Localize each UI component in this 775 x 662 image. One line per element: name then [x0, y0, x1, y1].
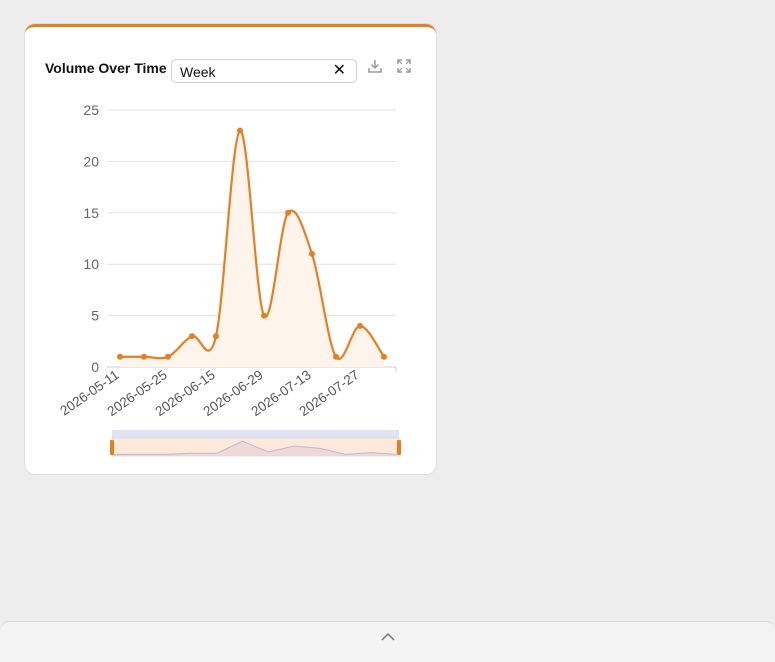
- data-point[interactable]: [237, 127, 243, 134]
- y-tick-label: 20: [83, 153, 99, 169]
- y-tick-label: 10: [83, 256, 99, 272]
- chevron-up-icon[interactable]: [380, 632, 396, 642]
- bottom-panel-bar: [0, 621, 775, 662]
- zoom-slider-right-handle[interactable]: [397, 440, 401, 455]
- data-point[interactable]: [165, 353, 171, 360]
- y-tick-label: 0: [91, 359, 99, 375]
- series-area: [120, 130, 384, 367]
- data-point[interactable]: [141, 353, 147, 360]
- data-point[interactable]: [381, 353, 387, 360]
- data-point[interactable]: [357, 322, 363, 329]
- data-point[interactable]: [189, 333, 195, 340]
- volume-over-time-card: Volume Over Time Week ✕ 0 5 10 15 20 25 2026-0…: [25, 24, 436, 474]
- zoom-slider-top-bar[interactable]: [112, 430, 399, 438]
- y-tick-label: 25: [83, 102, 99, 118]
- zoom-slider-left-handle[interactable]: [110, 440, 114, 455]
- y-tick-label: 5: [91, 308, 99, 324]
- data-point[interactable]: [117, 353, 123, 360]
- data-point[interactable]: [309, 250, 315, 257]
- data-point[interactable]: [213, 333, 219, 340]
- volume-line-chart: 05101520252026-05-112026-05-252026-06-15…: [57, 102, 401, 457]
- data-point[interactable]: [333, 353, 339, 360]
- y-tick-label: 15: [83, 205, 99, 221]
- data-point[interactable]: [285, 209, 291, 216]
- data-point[interactable]: [261, 312, 267, 319]
